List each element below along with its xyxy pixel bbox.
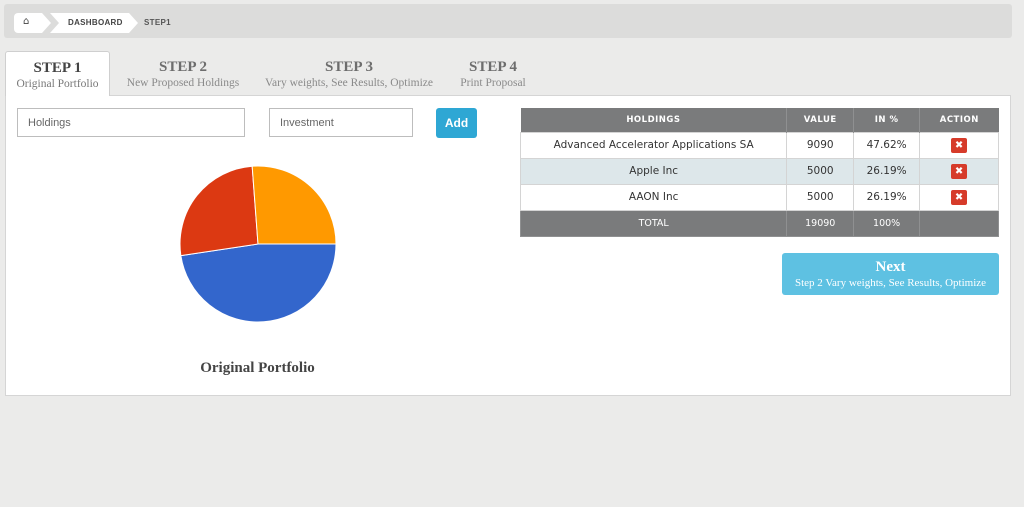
table-total-row: TOTAL 19090 100% — [519, 209, 999, 237]
delete-icon[interactable]: ✖ — [951, 189, 968, 205]
pie-chart-title: Original Portfolio — [200, 360, 315, 376]
tab-subtitle: Print Proposal — [460, 77, 526, 89]
add-button[interactable]: Add — [436, 108, 477, 138]
breadcrumb-current: STEP1 — [144, 18, 171, 27]
holding-value: 5000 — [786, 157, 855, 185]
holding-pct: 26.19% — [853, 183, 921, 211]
pie-slice-1 — [179, 165, 259, 257]
holding-pct: 26.19% — [853, 157, 921, 185]
holdings-table: HOLDINGS VALUE IN % ACTION Advanced Acce… — [519, 108, 999, 237]
tab-subtitle: Vary weights, See Results, Optimize — [264, 77, 433, 89]
breadcrumb-dashboard[interactable]: DASHBOARD — [50, 13, 138, 33]
next-button[interactable]: Next Step 2 Vary weights, See Results, O… — [782, 253, 999, 295]
tab-step-2[interactable]: STEP 2 New Proposed Holdings — [119, 51, 247, 96]
action-cell: ✖ — [919, 157, 999, 185]
next-button-title: Next — [875, 259, 906, 275]
holding-value: 9090 — [786, 131, 855, 159]
pie-slice-2 — [251, 165, 337, 245]
tab-title: STEP 2 — [159, 59, 207, 75]
total-label: TOTAL — [519, 209, 788, 237]
step1-panel: Add Original Portfolio HOLDINGS VALUE IN… — [5, 95, 1011, 396]
tab-subtitle: New Proposed Holdings — [126, 77, 240, 89]
column-header: IN % — [853, 108, 921, 132]
next-button-subtitle: Step 2 Vary weights, See Results, Optimi… — [794, 277, 987, 289]
total-pct: 100% — [853, 209, 921, 237]
column-header: HOLDINGS — [520, 108, 788, 132]
total-action — [919, 209, 999, 237]
tab-title: STEP 4 — [469, 59, 517, 75]
total-value: 19090 — [786, 209, 855, 237]
tab-step-3[interactable]: STEP 3 Vary weights, See Results, Optimi… — [259, 51, 439, 96]
home-icon: ⌂ — [23, 16, 30, 27]
tab-step-4[interactable]: STEP 4 Print Proposal — [453, 51, 533, 96]
action-cell: ✖ — [919, 131, 999, 159]
table-row: Advanced Accelerator Applications SA 909… — [519, 131, 999, 159]
holding-pct: 47.62% — [853, 131, 921, 159]
holding-value: 5000 — [786, 183, 855, 211]
delete-icon[interactable]: ✖ — [951, 163, 968, 179]
breadcrumb-dashboard-label: DASHBOARD — [68, 18, 123, 27]
holding-name: Advanced Accelerator Applications SA — [519, 131, 788, 159]
portfolio-pie-chart — [179, 165, 337, 323]
delete-icon[interactable]: ✖ — [951, 137, 968, 153]
tab-subtitle: Original Portfolio — [16, 78, 99, 90]
holding-name: AAON Inc — [519, 183, 788, 211]
tab-title: STEP 3 — [325, 59, 373, 75]
table-row: AAON Inc 5000 26.19% ✖ — [519, 183, 999, 211]
pie-slice-0 — [180, 243, 337, 323]
breadcrumb-home[interactable]: ⌂ — [14, 13, 52, 33]
column-header: ACTION — [919, 108, 999, 132]
column-header: VALUE — [786, 108, 855, 132]
holdings-input[interactable] — [17, 108, 245, 137]
action-cell: ✖ — [919, 183, 999, 211]
investment-input[interactable] — [269, 108, 413, 137]
step-tabs: STEP 1 Original Portfolio STEP 2 New Pro… — [5, 51, 1011, 96]
holding-name: Apple Inc — [519, 157, 788, 185]
table-row: Apple Inc 5000 26.19% ✖ — [519, 157, 999, 185]
breadcrumb: ⌂ DASHBOARD STEP1 — [4, 4, 1012, 38]
tab-step-1[interactable]: STEP 1 Original Portfolio — [5, 51, 110, 96]
tab-title: STEP 1 — [33, 60, 82, 76]
